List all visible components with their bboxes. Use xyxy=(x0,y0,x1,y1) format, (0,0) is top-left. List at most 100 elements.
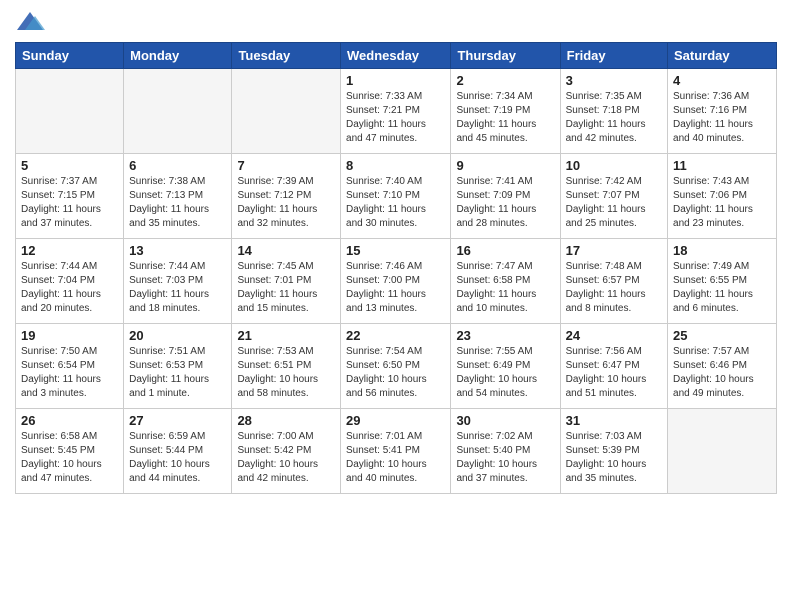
day-info: Sunrise: 7:00 AMSunset: 5:42 PMDaylight:… xyxy=(237,430,335,486)
day-info: Sunrise: 7:39 AMSunset: 7:12 PMDaylight:… xyxy=(237,175,335,231)
day-number: 9 xyxy=(456,158,554,173)
weekday-header-saturday: Saturday xyxy=(668,43,777,69)
header xyxy=(15,10,777,34)
calendar-cell: 4Sunrise: 7:36 AMSunset: 7:16 PMDaylight… xyxy=(668,69,777,154)
calendar-cell: 14 Sunrise: 7:45 AMSunset: 7:01 PMDayligh… xyxy=(232,239,341,324)
day-number: 5 xyxy=(21,158,118,173)
day-number: 29 xyxy=(346,413,445,428)
day-number: 8 xyxy=(346,158,445,173)
calendar-cell: 15 Sunrise: 7:46 AMSunset: 7:00 PMDayligh… xyxy=(341,239,451,324)
day-number: 14 xyxy=(237,243,335,258)
day-info: Sunrise: 7:37 AMSunset: 7:15 PMDaylight:… xyxy=(21,175,118,231)
calendar-cell: 23Sunrise: 7:55 AMSunset: 6:49 PMDayligh… xyxy=(451,324,560,409)
day-number: 12 xyxy=(21,243,118,258)
day-number: 25 xyxy=(673,328,771,343)
day-number: 6 xyxy=(129,158,226,173)
day-number: 4 xyxy=(673,73,771,88)
calendar-cell: 27 Sunrise: 6:59 AMSunset: 5:44 PMDayligh… xyxy=(124,409,232,494)
day-info: Sunrise: 7:49 AMSunset: 6:55 PMDaylight:… xyxy=(673,260,771,316)
day-info: Sunrise: 7:02 AMSunset: 5:40 PMDaylight:… xyxy=(456,430,554,486)
calendar-cell: 11Sunrise: 7:43 AMSunset: 7:06 PMDayligh… xyxy=(668,154,777,239)
weekday-header-wednesday: Wednesday xyxy=(341,43,451,69)
day-info: Sunrise: 7:41 AMSunset: 7:09 PMDaylight:… xyxy=(456,175,554,231)
weekday-header-row: SundayMondayTuesdayWednesdayThursdayFrid… xyxy=(16,43,777,69)
day-number: 20 xyxy=(129,328,226,343)
calendar-cell xyxy=(232,69,341,154)
day-info: Sunrise: 7:42 AMSunset: 7:07 PMDaylight:… xyxy=(566,175,662,231)
calendar-cell: 13Sunrise: 7:44 AMSunset: 7:03 PMDayligh… xyxy=(124,239,232,324)
week-row-3: 19 Sunrise: 7:50 AMSunset: 6:54 PMDayligh… xyxy=(16,324,777,409)
calendar-cell: 1 Sunrise: 7:33 AMSunset: 7:21 PMDaylight… xyxy=(341,69,451,154)
calendar-cell xyxy=(668,409,777,494)
calendar-cell: 9 Sunrise: 7:41 AMSunset: 7:09 PMDaylight… xyxy=(451,154,560,239)
day-number: 28 xyxy=(237,413,335,428)
day-number: 13 xyxy=(129,243,226,258)
day-info: Sunrise: 7:45 AMSunset: 7:01 PMDaylight:… xyxy=(237,260,335,316)
day-number: 22 xyxy=(346,328,445,343)
day-info: Sunrise: 7:51 AMSunset: 6:53 PMDaylight:… xyxy=(129,345,226,401)
day-number: 19 xyxy=(21,328,118,343)
day-number: 30 xyxy=(456,413,554,428)
calendar-cell: 30 Sunrise: 7:02 AMSunset: 5:40 PMDayligh… xyxy=(451,409,560,494)
calendar-cell: 24 Sunrise: 7:56 AMSunset: 6:47 PMDayligh… xyxy=(560,324,667,409)
day-info: Sunrise: 7:56 AMSunset: 6:47 PMDaylight:… xyxy=(566,345,662,401)
week-row-4: 26 Sunrise: 6:58 AMSunset: 5:45 PMDayligh… xyxy=(16,409,777,494)
calendar-cell: 19 Sunrise: 7:50 AMSunset: 6:54 PMDayligh… xyxy=(16,324,124,409)
day-number: 2 xyxy=(456,73,554,88)
calendar-cell: 29 Sunrise: 7:01 AMSunset: 5:41 PMDayligh… xyxy=(341,409,451,494)
weekday-header-monday: Monday xyxy=(124,43,232,69)
calendar-cell: 28 Sunrise: 7:00 AMSunset: 5:42 PMDayligh… xyxy=(232,409,341,494)
calendar-cell: 18 Sunrise: 7:49 AMSunset: 6:55 PMDayligh… xyxy=(668,239,777,324)
calendar-cell: 31 Sunrise: 7:03 AMSunset: 5:39 PMDayligh… xyxy=(560,409,667,494)
calendar-cell: 5 Sunrise: 7:37 AMSunset: 7:15 PMDaylight… xyxy=(16,154,124,239)
day-info: Sunrise: 7:50 AMSunset: 6:54 PMDaylight:… xyxy=(21,345,118,401)
calendar-cell: 22Sunrise: 7:54 AMSunset: 6:50 PMDayligh… xyxy=(341,324,451,409)
day-number: 31 xyxy=(566,413,662,428)
day-number: 3 xyxy=(566,73,662,88)
day-info: Sunrise: 7:47 AMSunset: 6:58 PMDaylight:… xyxy=(456,260,554,316)
day-info: Sunrise: 7:35 AMSunset: 7:18 PMDaylight:… xyxy=(566,90,662,146)
weekday-header-thursday: Thursday xyxy=(451,43,560,69)
day-info: Sunrise: 7:48 AMSunset: 6:57 PMDaylight:… xyxy=(566,260,662,316)
calendar-cell xyxy=(16,69,124,154)
day-number: 15 xyxy=(346,243,445,258)
day-info: Sunrise: 6:59 AMSunset: 5:44 PMDaylight:… xyxy=(129,430,226,486)
day-info: Sunrise: 7:01 AMSunset: 5:41 PMDaylight:… xyxy=(346,430,445,486)
day-info: Sunrise: 7:55 AMSunset: 6:49 PMDaylight:… xyxy=(456,345,554,401)
day-number: 7 xyxy=(237,158,335,173)
day-info: Sunrise: 7:44 AMSunset: 7:04 PMDaylight:… xyxy=(21,260,118,316)
day-info: Sunrise: 7:38 AMSunset: 7:13 PMDaylight:… xyxy=(129,175,226,231)
calendar-cell: 16Sunrise: 7:47 AMSunset: 6:58 PMDayligh… xyxy=(451,239,560,324)
day-number: 24 xyxy=(566,328,662,343)
day-info: Sunrise: 7:34 AMSunset: 7:19 PMDaylight:… xyxy=(456,90,554,146)
day-info: Sunrise: 7:03 AMSunset: 5:39 PMDaylight:… xyxy=(566,430,662,486)
calendar-cell: 26 Sunrise: 6:58 AMSunset: 5:45 PMDayligh… xyxy=(16,409,124,494)
day-number: 21 xyxy=(237,328,335,343)
week-row-2: 12 Sunrise: 7:44 AMSunset: 7:04 PMDayligh… xyxy=(16,239,777,324)
weekday-header-tuesday: Tuesday xyxy=(232,43,341,69)
day-number: 18 xyxy=(673,243,771,258)
weekday-header-friday: Friday xyxy=(560,43,667,69)
day-number: 1 xyxy=(346,73,445,88)
day-number: 11 xyxy=(673,158,771,173)
page: SundayMondayTuesdayWednesdayThursdayFrid… xyxy=(0,0,792,509)
calendar-cell: 7 Sunrise: 7:39 AMSunset: 7:12 PMDaylight… xyxy=(232,154,341,239)
calendar-cell: 21 Sunrise: 7:53 AMSunset: 6:51 PMDayligh… xyxy=(232,324,341,409)
day-info: Sunrise: 6:58 AMSunset: 5:45 PMDaylight:… xyxy=(21,430,118,486)
logo xyxy=(15,10,49,34)
day-info: Sunrise: 7:46 AMSunset: 7:00 PMDaylight:… xyxy=(346,260,445,316)
day-info: Sunrise: 7:40 AMSunset: 7:10 PMDaylight:… xyxy=(346,175,445,231)
day-info: Sunrise: 7:33 AMSunset: 7:21 PMDaylight:… xyxy=(346,90,445,146)
calendar-cell: 20 Sunrise: 7:51 AMSunset: 6:53 PMDayligh… xyxy=(124,324,232,409)
weekday-header-sunday: Sunday xyxy=(16,43,124,69)
week-row-0: 1 Sunrise: 7:33 AMSunset: 7:21 PMDaylight… xyxy=(16,69,777,154)
calendar-cell: 6 Sunrise: 7:38 AMSunset: 7:13 PMDaylight… xyxy=(124,154,232,239)
day-number: 26 xyxy=(21,413,118,428)
day-info: Sunrise: 7:57 AMSunset: 6:46 PMDaylight:… xyxy=(673,345,771,401)
calendar-cell: 10Sunrise: 7:42 AMSunset: 7:07 PMDayligh… xyxy=(560,154,667,239)
calendar-cell: 3 Sunrise: 7:35 AMSunset: 7:18 PMDaylight… xyxy=(560,69,667,154)
day-info: Sunrise: 7:53 AMSunset: 6:51 PMDaylight:… xyxy=(237,345,335,401)
day-number: 27 xyxy=(129,413,226,428)
calendar-cell: 12 Sunrise: 7:44 AMSunset: 7:04 PMDayligh… xyxy=(16,239,124,324)
calendar-cell: 17Sunrise: 7:48 AMSunset: 6:57 PMDayligh… xyxy=(560,239,667,324)
